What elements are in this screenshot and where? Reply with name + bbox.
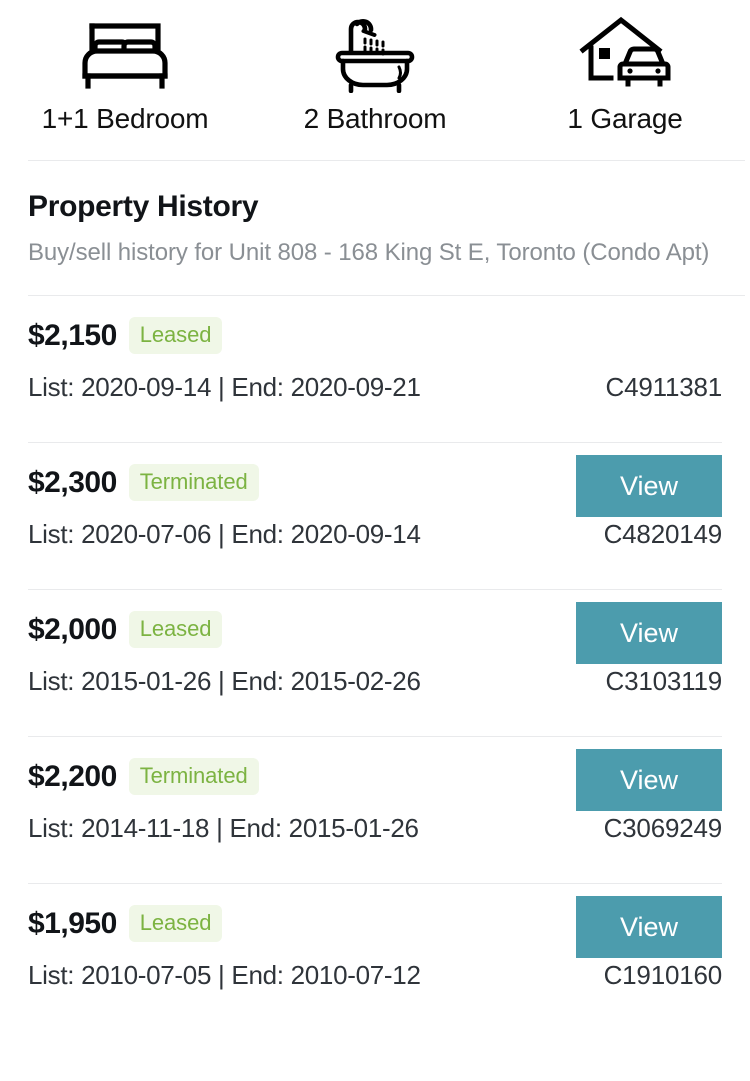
table-row-1[interactable]: $2,300 Terminated List: 2020-07-06 | End… (0, 443, 750, 589)
page-title: Property History (28, 190, 259, 223)
row-actions: View C1910160 (574, 884, 722, 1030)
feature-bathroom-label: 2 Bathroom (303, 103, 447, 134)
property-history-list: $2,150 Leased List: 2020-09-14 | End: 20… (0, 296, 750, 1030)
feature-bedroom-label: 1+1 Bedroom (41, 103, 209, 134)
feature-garage: 1 Garage (500, 12, 750, 136)
property-detail-page: 1+1 Bedroom 2 Bathroom 1 Garage Property… (0, 0, 750, 1081)
row-price-line: $2,200 Terminated (28, 758, 259, 795)
row-actions: View C4911381 (574, 296, 723, 442)
feature-bedroom: 1+1 Bedroom (0, 12, 250, 136)
view-button[interactable]: View (576, 455, 722, 517)
table-row-0[interactable]: $2,150 Leased List: 2020-09-14 | End: 20… (0, 296, 750, 442)
view-button[interactable]: View (576, 602, 722, 664)
row-actions: View C4820149 (574, 443, 722, 589)
row-dates: List: 2020-09-14 | End: 2020-09-21 (28, 372, 421, 402)
row-dates: List: 2010-07-05 | End: 2010-07-12 (28, 960, 421, 990)
view-button[interactable]: View (576, 896, 722, 958)
table-row-4[interactable]: $1,950 Leased List: 2010-07-05 | End: 20… (0, 884, 750, 1030)
view-button[interactable]: View (576, 749, 722, 811)
row-price-line: $1,950 Leased (28, 905, 223, 942)
row-price-line: $2,300 Terminated (28, 464, 259, 501)
table-row-3[interactable]: $2,200 Terminated List: 2014-11-18 | End… (0, 737, 750, 883)
status-badge: Leased (128, 611, 223, 648)
row-price: $2,150 (28, 318, 117, 352)
row-price: $1,950 (28, 906, 117, 940)
row-mls-number: C1910160 (603, 960, 723, 990)
feature-garage-label: 1 Garage (567, 103, 683, 134)
feature-bathroom: 2 Bathroom (250, 12, 500, 136)
bed-icon (75, 12, 175, 96)
row-mls-number: C3069249 (603, 813, 723, 843)
row-actions: View C3069249 (574, 737, 722, 883)
row-dates: List: 2015-01-26 | End: 2015-02-26 (28, 666, 421, 696)
status-badge: Terminated (128, 464, 259, 501)
row-dates: List: 2020-07-06 | End: 2020-09-14 (28, 519, 421, 549)
page-subtitle: Buy/sell history for Unit 808 - 168 King… (28, 239, 710, 266)
row-actions: View C3103119 (574, 590, 722, 736)
row-price-line: $2,000 Leased (28, 611, 223, 648)
status-badge: Leased (128, 317, 223, 354)
status-badge: Leased (128, 905, 223, 942)
row-price: $2,200 (28, 759, 117, 793)
row-mls-number: C3103119 (605, 666, 723, 696)
property-history-header: Property History Buy/sell history for Un… (0, 161, 750, 295)
row-price: $2,300 (28, 465, 117, 499)
row-price: $2,000 (28, 612, 117, 646)
row-price-line: $2,150 Leased (28, 317, 223, 354)
row-dates: List: 2014-11-18 | End: 2015-01-26 (28, 813, 419, 843)
house-garage-car-icon (577, 12, 673, 96)
status-badge: Terminated (128, 758, 259, 795)
property-features-strip: 1+1 Bedroom 2 Bathroom 1 Garage (0, 0, 750, 160)
table-row-2[interactable]: $2,000 Leased List: 2015-01-26 | End: 20… (0, 590, 750, 736)
bathtub-shower-icon (329, 12, 421, 96)
row-mls-number: C4911381 (605, 372, 723, 402)
row-mls-number: C4820149 (603, 519, 723, 549)
